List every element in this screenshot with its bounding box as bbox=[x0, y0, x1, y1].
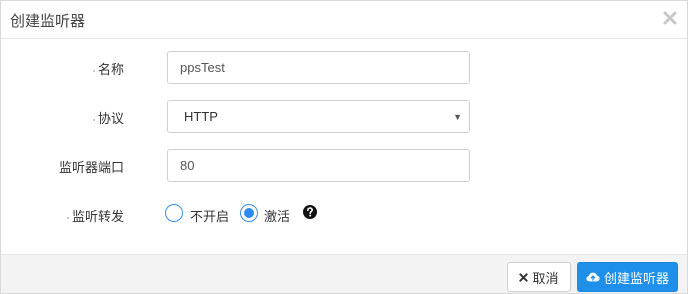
create-listener-dialog: 创建监听器 名称 协议 HTTP ▼ 监听器端口 监听转发 不开启 激活 bbox=[0, 0, 688, 294]
cloud-upload-icon bbox=[586, 272, 600, 282]
chevron-down-icon: ▼ bbox=[453, 112, 462, 122]
radio-activate-label: 激活 bbox=[264, 209, 291, 224]
help-icon[interactable] bbox=[303, 205, 317, 219]
close-icon bbox=[519, 272, 529, 282]
cancel-button-label: 取消 bbox=[532, 270, 559, 286]
forwarding-label: 监听转发 bbox=[4, 206, 124, 225]
port-input[interactable] bbox=[167, 149, 470, 182]
name-label: 名称 bbox=[4, 59, 124, 78]
dialog-title: 创建监听器 bbox=[10, 13, 86, 30]
name-input[interactable] bbox=[167, 51, 470, 84]
port-label: 监听器端口 bbox=[58, 160, 124, 175]
radio-activate[interactable] bbox=[240, 204, 258, 222]
protocol-select[interactable]: HTTP ▼ bbox=[167, 100, 470, 133]
create-listener-button[interactable]: 创建监听器 bbox=[577, 262, 678, 292]
protocol-label: 协议 bbox=[4, 108, 124, 127]
protocol-selected-value: HTTP bbox=[184, 109, 218, 124]
create-listener-button-label: 创建监听器 bbox=[603, 270, 669, 286]
radio-disable-label: 不开启 bbox=[190, 209, 230, 224]
cancel-button[interactable]: 取消 bbox=[507, 262, 571, 292]
radio-disable[interactable] bbox=[165, 204, 183, 222]
close-icon[interactable] bbox=[663, 11, 677, 25]
dialog-header: 创建监听器 bbox=[1, 1, 687, 39]
